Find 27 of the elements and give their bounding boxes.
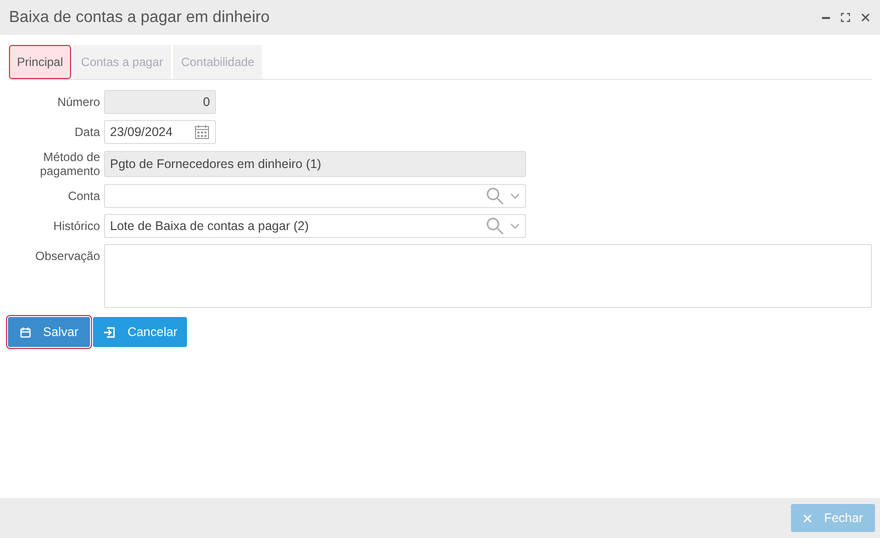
input-field[interactable]: Lote de Baixa de contas a pagar (2) [104, 214, 526, 238]
tab[interactable]: Principal [9, 45, 72, 79]
caret-icon[interactable] [510, 193, 520, 199]
text-area[interactable] [104, 244, 872, 308]
field-label: Histórico [52, 218, 100, 233]
save-button[interactable]: Salvar [8, 317, 90, 347]
field-label: Conta [66, 188, 100, 203]
field-value: 0 [202, 95, 210, 109]
maximize-icon[interactable] [841, 13, 850, 22]
input-field[interactable] [104, 184, 526, 208]
input-field[interactable]: 23/09/2024 [104, 120, 216, 144]
close-icon[interactable] [861, 13, 870, 22]
window-title: Baixa de contas a pagar em dinheiro [9, 8, 271, 26]
field-value: 23/09/2024 [110, 125, 174, 139]
field-label: Data [74, 124, 100, 139]
field-label: Método de pagamento [38, 150, 100, 178]
search-icon[interactable] [486, 187, 504, 205]
close-icon [803, 514, 812, 522]
field-label: Observação [34, 248, 100, 263]
field-value: Pgto de Fornecedores em dinheiro (1) [110, 157, 322, 171]
field-label: Número [56, 94, 100, 109]
save-icon [20, 326, 31, 338]
search-icon[interactable] [486, 217, 504, 235]
caret-icon[interactable] [510, 223, 520, 229]
exit-icon [103, 326, 116, 338]
calendar-icon[interactable] [194, 124, 210, 140]
field-value: Lote de Baixa de contas a pagar (2) [110, 219, 310, 233]
